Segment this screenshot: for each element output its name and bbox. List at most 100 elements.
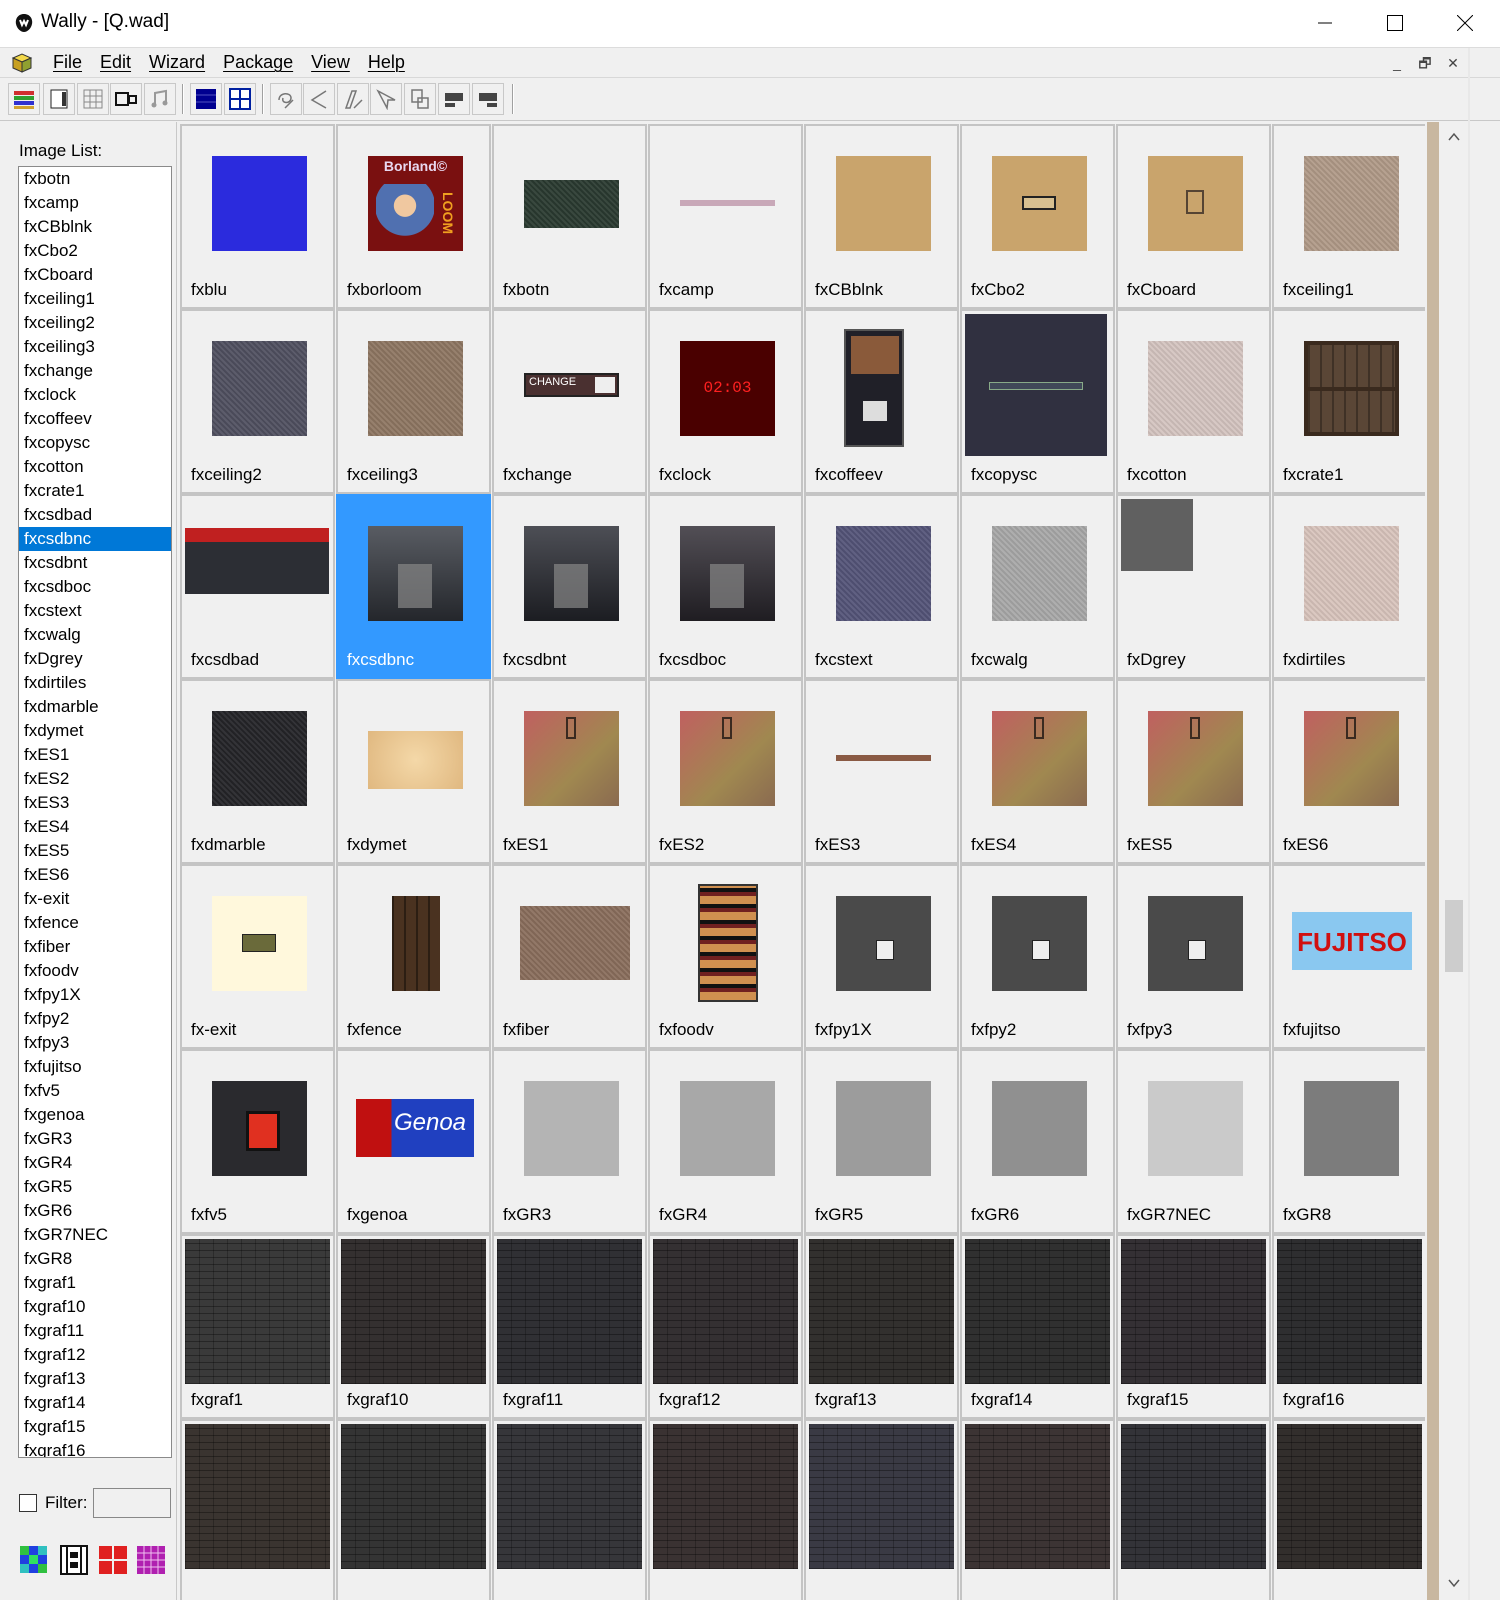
filmstrip-button[interactable] (56, 1542, 92, 1578)
tile-window-button[interactable] (224, 83, 256, 115)
thumbnail-cell[interactable]: fxcopysc (960, 309, 1115, 494)
list-item[interactable]: fxgraf13 (19, 1367, 171, 1391)
thumbnail-cell[interactable] (960, 1419, 1115, 1600)
thumbnail-cell[interactable]: fxdmarble (180, 679, 335, 864)
thumbnail-cell[interactable]: fxgraf10 (336, 1234, 491, 1419)
list-item[interactable]: fxgraf14 (19, 1391, 171, 1415)
list-item[interactable]: fxceiling3 (19, 335, 171, 359)
thumbnail-cell[interactable]: fxGR6 (960, 1049, 1115, 1234)
thumbnail-cell[interactable] (804, 1419, 959, 1600)
thumbnail-cell[interactable]: fxES4 (960, 679, 1115, 864)
list-item[interactable]: fxGR8 (19, 1247, 171, 1271)
mdi-restore-button[interactable]: 🗗 (1416, 54, 1434, 72)
thumbnail-cell[interactable] (648, 1419, 803, 1600)
thumbnail-cell[interactable]: fxceiling1 (1272, 124, 1425, 309)
thumbnail-cell[interactable]: fxgraf13 (804, 1234, 959, 1419)
thumbnail-cell[interactable]: FUJITSO fxfujitso (1272, 864, 1425, 1049)
thumbnail-cell[interactable]: fx-exit (180, 864, 335, 1049)
list-item[interactable]: fxES4 (19, 815, 171, 839)
list-item[interactable]: fxGR6 (19, 1199, 171, 1223)
thumbnail-cell[interactable]: fxDgrey (1116, 494, 1271, 679)
thumbnail-cell[interactable]: fxgraf1 (180, 1234, 335, 1419)
thumbnail-cell[interactable]: fxdirtiles (1272, 494, 1425, 679)
thumbnail-cell[interactable]: 02:03 fxclock (648, 309, 803, 494)
thumbnail-cell[interactable]: fxGR8 (1272, 1049, 1425, 1234)
thumbnail-cell[interactable]: fxES5 (1116, 679, 1271, 864)
thumbnail-cell[interactable]: fxcwalg (960, 494, 1115, 679)
thumbnail-cell[interactable]: fxgraf15 (1116, 1234, 1271, 1419)
menu-edit[interactable]: Edit (91, 52, 140, 73)
list-item[interactable]: fxclock (19, 383, 171, 407)
thumbnail-cell[interactable]: fxcsdbnt (492, 494, 647, 679)
thumbnail-cell[interactable]: fxES2 (648, 679, 803, 864)
thumbnail-cell[interactable]: fxGR5 (804, 1049, 959, 1234)
list-item[interactable]: fxcsdbad (19, 503, 171, 527)
thumbnail-cell[interactable]: fxGR4 (648, 1049, 803, 1234)
list-item[interactable]: fxgraf16 (19, 1439, 171, 1457)
close-button[interactable] (1430, 0, 1500, 46)
list-item[interactable]: fxbotn (19, 167, 171, 191)
thumbnail-cell[interactable]: fxGR7NEC (1116, 1049, 1271, 1234)
pencil-button[interactable] (337, 83, 369, 115)
menu-package[interactable]: Package (214, 52, 302, 73)
thumbnail-cell[interactable]: fxCbo2 (960, 124, 1115, 309)
list-item[interactable]: fxfpy3 (19, 1031, 171, 1055)
red-tiles-button[interactable] (95, 1542, 131, 1578)
list-item[interactable]: fxCbo2 (19, 239, 171, 263)
list-item[interactable]: fxfoodv (19, 959, 171, 983)
list-item[interactable]: fxGR3 (19, 1127, 171, 1151)
list-item[interactable]: fxfpy1X (19, 983, 171, 1007)
menu-wizard[interactable]: Wizard (140, 52, 214, 73)
list-item[interactable]: fxgraf1 (19, 1271, 171, 1295)
thumbnail-cell[interactable]: fxfpy1X (804, 864, 959, 1049)
list-item[interactable]: fxES5 (19, 839, 171, 863)
thumbnail-cell[interactable]: fxGR3 (492, 1049, 647, 1234)
thumbnail-cell[interactable]: fxdymet (336, 679, 491, 864)
thumbnail-cell[interactable] (336, 1419, 491, 1600)
thumbnail-cell[interactable]: fxcsdbad (180, 494, 335, 679)
list-item[interactable]: fxcsdbnt (19, 551, 171, 575)
thumbnail-cell[interactable] (492, 1419, 647, 1600)
list-item[interactable]: fxES2 (19, 767, 171, 791)
thumbnail-cell[interactable]: fxCboard (1116, 124, 1271, 309)
thumbnail-cell[interactable]: fxfpy3 (1116, 864, 1271, 1049)
list-item[interactable]: fxdirtiles (19, 671, 171, 695)
mdi-close-button[interactable]: ✕ (1444, 54, 1462, 72)
thumbnail-cell[interactable]: fxceiling3 (336, 309, 491, 494)
list-item[interactable]: fxfiber (19, 935, 171, 959)
thumbnail-cell[interactable]: fxfpy2 (960, 864, 1115, 1049)
scroll-up-icon[interactable] (1445, 128, 1463, 146)
list-item[interactable]: fxcwalg (19, 623, 171, 647)
thumbnail-cell[interactable]: Genoa fxgenoa (336, 1049, 491, 1234)
list-item[interactable]: fxceiling2 (19, 311, 171, 335)
menu-help[interactable]: Help (359, 52, 414, 73)
list-item[interactable]: fxfpy2 (19, 1007, 171, 1031)
palette-grid-button[interactable] (133, 1542, 169, 1578)
list-item[interactable]: fxES6 (19, 863, 171, 887)
sound-button[interactable] (144, 83, 176, 115)
list-item[interactable]: fxceiling1 (19, 287, 171, 311)
list-item[interactable]: fxfence (19, 911, 171, 935)
import-button[interactable] (43, 83, 75, 115)
thumbnail-cell[interactable]: Borland© LOOM fxborloom (336, 124, 491, 309)
thumbnail-cell[interactable]: fxcsdboc (648, 494, 803, 679)
mdi-minimize-button[interactable]: _ (1388, 54, 1406, 72)
list-item[interactable]: fxchange (19, 359, 171, 383)
list-item[interactable]: fxcotton (19, 455, 171, 479)
list-item[interactable]: fxfujitso (19, 1055, 171, 1079)
list-item[interactable]: fxCBblnk (19, 215, 171, 239)
list-item[interactable]: fxGR7NEC (19, 1223, 171, 1247)
thumbnail-cell[interactable] (180, 1419, 335, 1600)
list-item[interactable]: fxfv5 (19, 1079, 171, 1103)
thumbnail-cell[interactable]: fxbotn (492, 124, 647, 309)
thumbnail-cell[interactable] (1272, 1419, 1425, 1600)
arrow-button[interactable] (370, 83, 402, 115)
menu-file[interactable]: File (44, 52, 91, 73)
thumbnail-cell[interactable]: fxgraf11 (492, 1234, 647, 1419)
thumbnail-cell[interactable]: fxES3 (804, 679, 959, 864)
paste-button[interactable] (404, 83, 436, 115)
list-item[interactable]: fxcsdbnc (19, 527, 171, 551)
list-item[interactable]: fxcsdboc (19, 575, 171, 599)
thumbnail-cell[interactable]: fxcoffeev (804, 309, 959, 494)
list-item[interactable]: fxgraf10 (19, 1295, 171, 1319)
